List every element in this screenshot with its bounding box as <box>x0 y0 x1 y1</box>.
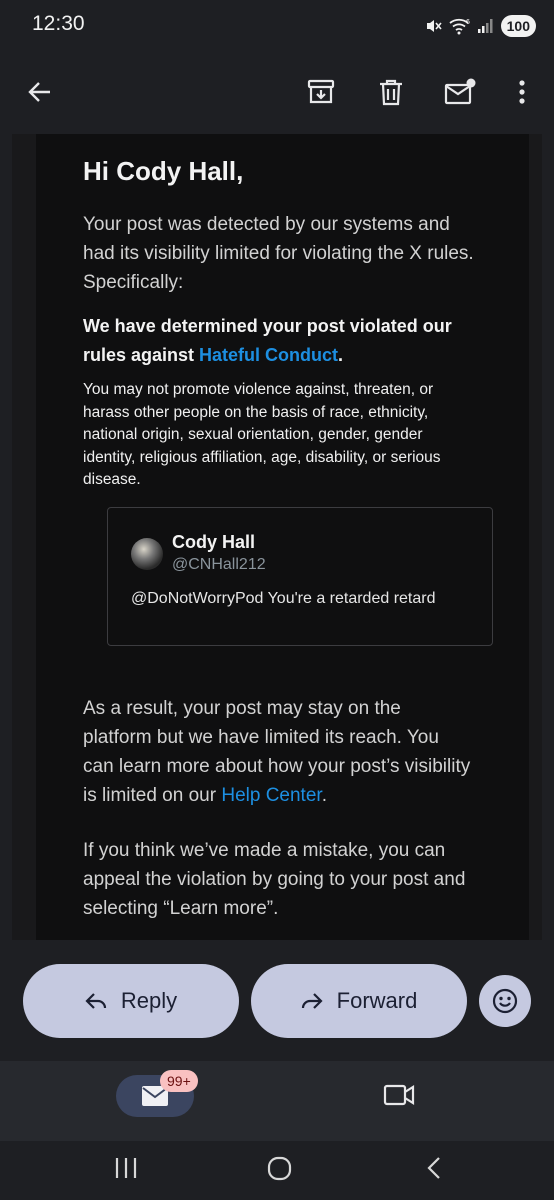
status-time: 12:30 <box>32 12 85 35</box>
result-suffix: . <box>321 785 327 806</box>
status-icons: 6 100 <box>425 14 536 38</box>
post-author-name: Cody Hall <box>172 532 256 552</box>
forward-icon <box>301 993 323 1009</box>
back-arrow-icon[interactable] <box>20 72 60 112</box>
trash-icon[interactable] <box>371 72 411 112</box>
mute-icon <box>426 20 442 32</box>
determination-suffix: . <box>338 345 344 365</box>
status-bar: 12:30 6 100 <box>0 0 554 52</box>
appeal-text: If you think we’ve made a mistake, you c… <box>83 840 466 919</box>
app-bar <box>0 52 554 134</box>
emoji-icon <box>492 988 518 1014</box>
back-nav-icon[interactable] <box>424 1155 444 1186</box>
signal-icon <box>477 19 493 33</box>
recent-apps-icon[interactable] <box>113 1155 139 1186</box>
mark-unread-icon[interactable] <box>440 72 480 112</box>
email-body: Hi Cody Hall, Your post was detected by … <box>36 134 529 940</box>
avatar <box>131 538 163 570</box>
archive-icon[interactable] <box>301 72 341 112</box>
forward-button[interactable]: Forward <box>251 964 467 1038</box>
intro-text: Your post was detected by our systems an… <box>83 214 474 293</box>
reply-button[interactable]: Reply <box>23 964 239 1038</box>
home-icon[interactable] <box>266 1155 294 1188</box>
battery-level: 100 <box>500 15 536 37</box>
more-vert-icon[interactable] <box>502 72 542 112</box>
unread-badge: 99+ <box>160 1070 198 1092</box>
post-text: @DoNotWorryPod You're a retarded retard <box>131 590 436 607</box>
quoted-post[interactable]: Cody Hall @CNHall212 @DoNotWorryPod You'… <box>107 507 493 646</box>
network-label: 6 <box>466 19 470 26</box>
emoji-reaction-button[interactable] <box>479 975 531 1027</box>
result-text: As a result, your post may stay on the p… <box>83 694 473 810</box>
meet-tab[interactable] <box>382 1081 416 1114</box>
email-content[interactable]: Hi Cody Hall, Your post was detected by … <box>12 134 542 940</box>
wifi-icon: 6 <box>449 18 470 35</box>
help-center-link[interactable]: Help Center <box>221 785 321 806</box>
post-author-handle: @CNHall212 <box>172 556 266 573</box>
determination-text: We have determined your post violated ou… <box>83 312 493 370</box>
video-camera-icon <box>383 1084 415 1106</box>
policy-text: You may not promote violence against, th… <box>83 381 441 488</box>
hateful-conduct-link[interactable]: Hateful Conduct <box>199 345 338 365</box>
reply-icon <box>85 993 106 1009</box>
system-nav-bar <box>0 1141 554 1200</box>
bottom-nav: 99+ <box>0 1061 554 1141</box>
greeting: Hi Cody Hall, <box>83 156 244 186</box>
reply-label: Reply <box>120 988 178 1013</box>
forward-label: Forward <box>336 988 418 1013</box>
